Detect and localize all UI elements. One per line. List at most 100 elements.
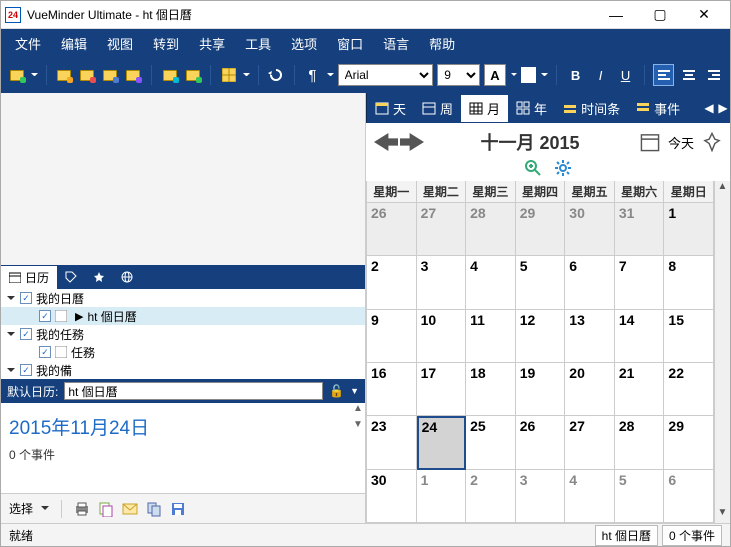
- tb-grid-button[interactable]: [219, 65, 238, 85]
- calendar-day-cell[interactable]: 3: [417, 256, 467, 309]
- chevron-down-icon[interactable]: [31, 73, 38, 77]
- menu-options[interactable]: 选项: [281, 30, 327, 57]
- tb-btn-4[interactable]: [101, 65, 120, 85]
- menu-share[interactable]: 共享: [189, 30, 235, 57]
- font-color-button[interactable]: A: [484, 64, 505, 86]
- email-button[interactable]: [122, 501, 138, 517]
- calendar-day-cell[interactable]: 3: [516, 470, 566, 523]
- tab-scroll-right[interactable]: ▶: [716, 98, 730, 118]
- tb-btn-3[interactable]: [78, 65, 97, 85]
- scroll-down-button[interactable]: ▼: [351, 419, 365, 433]
- calendar-day-cell[interactable]: 26: [516, 416, 566, 469]
- calendar-day-cell[interactable]: 27: [565, 416, 615, 469]
- tab-scroll-left[interactable]: ◀: [702, 98, 716, 118]
- calendar-day-cell[interactable]: 19: [516, 363, 566, 416]
- calendar-day-cell[interactable]: 2: [367, 256, 417, 309]
- bold-button[interactable]: B: [565, 64, 586, 86]
- fill-color-button[interactable]: [521, 67, 536, 83]
- checkbox[interactable]: [20, 364, 32, 376]
- calendar-day-cell[interactable]: 22: [664, 363, 714, 416]
- font-name-select[interactable]: Arial: [338, 64, 434, 86]
- align-left-button[interactable]: [653, 64, 674, 86]
- vertical-scrollbar[interactable]: ▲ ▼: [714, 181, 730, 523]
- menu-goto[interactable]: 转到: [143, 30, 189, 57]
- chevron-down-icon[interactable]: [511, 73, 518, 77]
- undo-button[interactable]: [267, 65, 286, 85]
- tb-btn-2[interactable]: [55, 65, 74, 85]
- calendar-day-cell[interactable]: 30: [367, 470, 417, 523]
- tree-group-my-tasks[interactable]: 我的任務: [1, 325, 365, 343]
- calendar-day-cell[interactable]: 1: [417, 470, 467, 523]
- viewtab-events[interactable]: 事件: [628, 95, 688, 122]
- chevron-down-icon[interactable]: [243, 73, 250, 77]
- calendar-day-cell[interactable]: 12: [516, 310, 566, 363]
- expander-icon[interactable]: [5, 293, 16, 304]
- italic-button[interactable]: I: [590, 64, 611, 86]
- calendar-day-cell[interactable]: 28: [615, 416, 665, 469]
- calendar-day-cell[interactable]: 14: [615, 310, 665, 363]
- tree-item-task-1[interactable]: 任務: [1, 343, 365, 361]
- calendar-day-cell[interactable]: 16: [367, 363, 417, 416]
- calendar-day-cell[interactable]: 21: [615, 363, 665, 416]
- calendar-day-cell[interactable]: 30: [565, 203, 615, 256]
- align-center-button[interactable]: [678, 64, 699, 86]
- chevron-down-icon[interactable]: [41, 506, 49, 512]
- menu-view[interactable]: 视图: [97, 30, 143, 57]
- font-size-select[interactable]: 9: [437, 64, 480, 86]
- save-button[interactable]: [170, 501, 186, 517]
- new-event-button[interactable]: [7, 65, 26, 85]
- scroll-up-button[interactable]: ▲: [715, 181, 730, 197]
- calendar-day-cell[interactable]: 10: [417, 310, 467, 363]
- menu-tools[interactable]: 工具: [235, 30, 281, 57]
- calendar-day-cell[interactable]: 29: [664, 416, 714, 469]
- maximize-button[interactable]: ▢: [638, 1, 682, 29]
- sidebar-tab-calendar[interactable]: 日历: [1, 266, 57, 289]
- scroll-down-button[interactable]: ▼: [715, 507, 730, 523]
- paragraph-button[interactable]: ¶: [303, 65, 322, 85]
- scroll-up-button[interactable]: ▲: [351, 403, 365, 417]
- zoom-in-icon[interactable]: [524, 159, 542, 177]
- calendar-day-cell[interactable]: 4: [466, 256, 516, 309]
- checkbox[interactable]: [20, 328, 32, 340]
- next-month-button[interactable]: [400, 133, 424, 151]
- checkbox[interactable]: [39, 346, 51, 358]
- calendar-day-cell[interactable]: 25: [466, 416, 516, 469]
- calendar-day-cell[interactable]: 8: [664, 256, 714, 309]
- sidebar-tab-globe[interactable]: [113, 268, 141, 286]
- default-calendar-input[interactable]: [64, 382, 323, 400]
- calendar-day-cell[interactable]: 27: [417, 203, 467, 256]
- calendar-day-cell[interactable]: 29: [516, 203, 566, 256]
- viewtab-day[interactable]: 天: [367, 95, 414, 122]
- lock-icon[interactable]: 🔓: [329, 384, 344, 398]
- menu-language[interactable]: 语言: [373, 30, 419, 57]
- viewtab-month[interactable]: 月: [461, 95, 508, 122]
- viewtab-timeline[interactable]: 时间条: [555, 95, 628, 122]
- calendar-day-cell[interactable]: 11: [466, 310, 516, 363]
- today-button[interactable]: 今天: [664, 132, 698, 152]
- menu-edit[interactable]: 编辑: [51, 30, 97, 57]
- chevron-down-icon[interactable]: [541, 73, 548, 77]
- calendar-day-cell[interactable]: 5: [516, 256, 566, 309]
- close-button[interactable]: ✕: [682, 1, 726, 29]
- checkbox[interactable]: [39, 310, 51, 322]
- calendar-day-cell[interactable]: 7: [615, 256, 665, 309]
- calendar-day-cell[interactable]: 18: [466, 363, 516, 416]
- copy-button[interactable]: [98, 501, 114, 517]
- sidebar-tab-tags[interactable]: [57, 268, 85, 286]
- expander-icon[interactable]: [5, 365, 16, 376]
- calendar-day-cell[interactable]: 4: [565, 470, 615, 523]
- tree-item-calendar-1[interactable]: ▶ ht 個日曆: [1, 307, 365, 325]
- minimize-button[interactable]: —: [594, 1, 638, 29]
- duplicate-button[interactable]: [146, 501, 162, 517]
- goto-date-button[interactable]: [640, 132, 660, 152]
- calendar-day-cell[interactable]: 17: [417, 363, 467, 416]
- calendar-day-cell[interactable]: 5: [615, 470, 665, 523]
- calendar-day-cell[interactable]: 28: [466, 203, 516, 256]
- settings-gear-icon[interactable]: [554, 159, 572, 177]
- calendar-day-cell[interactable]: 1: [664, 203, 714, 256]
- tree-group-my-notes[interactable]: 我的備: [1, 361, 365, 379]
- menu-file[interactable]: 文件: [5, 30, 51, 57]
- sidebar-tab-star[interactable]: [85, 268, 113, 286]
- align-right-button[interactable]: [703, 64, 724, 86]
- expander-icon[interactable]: [5, 329, 16, 340]
